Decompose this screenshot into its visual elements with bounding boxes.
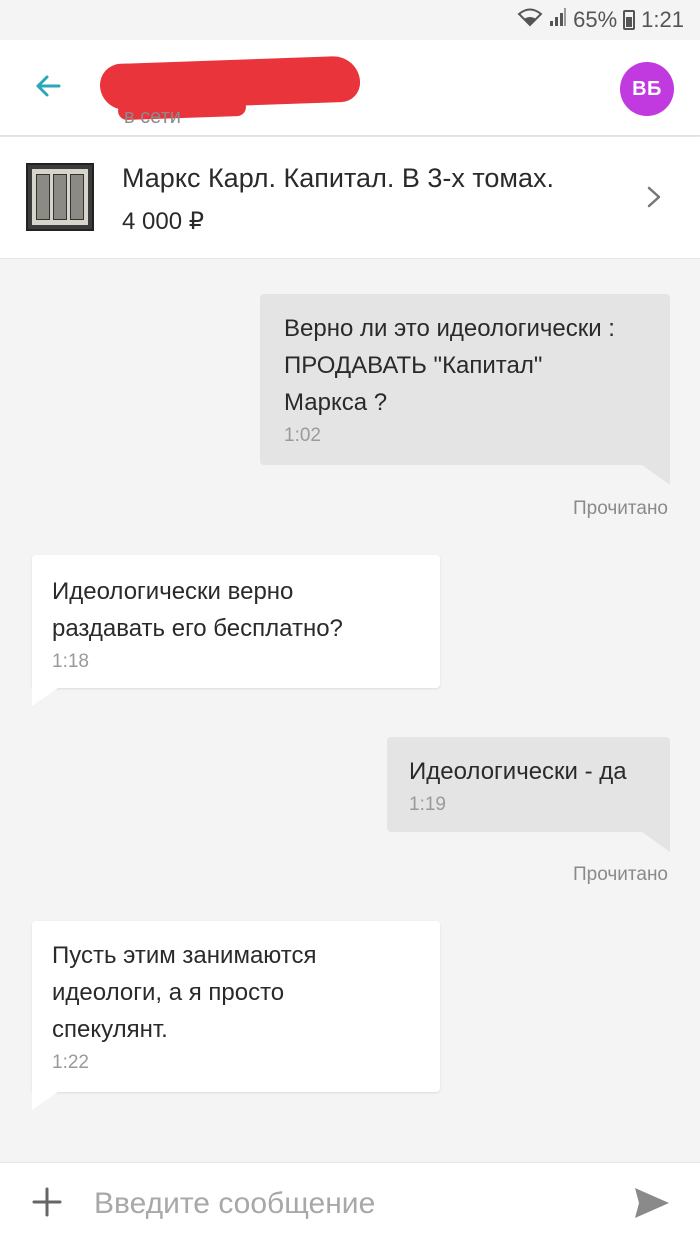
product-title: Маркс Карл. Капитал. В 3-х томах. <box>122 163 554 193</box>
send-icon <box>633 1186 671 1225</box>
battery-percent: 65% <box>573 7 618 32</box>
message-text: Идеологически верно раздавать его беспла… <box>52 578 343 642</box>
message-time: 1:18 <box>52 651 89 672</box>
avatar[interactable]: ВБ <box>620 62 674 116</box>
product-card[interactable]: Маркс Карл. Капитал. В 3-х томах. 4 000 … <box>0 137 700 259</box>
book-volume-image <box>36 174 51 220</box>
back-button[interactable] <box>28 68 68 108</box>
status-time: 1:21 <box>641 7 684 32</box>
contact-online-status: в сети <box>124 106 181 128</box>
attach-button[interactable] <box>28 1185 66 1223</box>
message-time: 1:02 <box>284 425 321 446</box>
message-incoming[interactable]: Идеологически верно раздавать его беспла… <box>32 555 440 706</box>
product-thumbnail <box>26 163 94 231</box>
plus-icon <box>31 1186 63 1223</box>
message-outgoing[interactable]: Идеологически - да 1:19 <box>387 737 670 852</box>
message-input[interactable] <box>94 1177 594 1231</box>
message-text: Идеологически - да <box>409 758 627 785</box>
wifi-icon <box>517 7 543 33</box>
message-outgoing[interactable]: Верно ли это идеологически : ПРОДАВАТЬ "… <box>260 294 670 485</box>
book-volume-image <box>52 174 67 220</box>
book-volume-image <box>69 174 84 220</box>
signal-icon <box>549 7 567 33</box>
message-time: 1:19 <box>409 794 446 815</box>
message-composer <box>0 1162 700 1244</box>
chat-header: в сети ВБ <box>0 40 700 136</box>
product-price: 4 000 ₽ <box>122 208 204 235</box>
read-status: Прочитано <box>573 864 668 885</box>
status-bar: 65% 1:21 <box>0 0 700 40</box>
chevron-right-icon[interactable] <box>640 183 668 211</box>
send-button[interactable] <box>630 1183 674 1227</box>
read-status: Прочитано <box>573 498 668 519</box>
message-incoming[interactable]: Пусть этим занимаются идеологи, а я прос… <box>32 921 440 1110</box>
battery-icon <box>623 10 636 30</box>
message-text: Пусть этим занимаются идеологи, а я прос… <box>52 942 317 1043</box>
arrow-left-icon <box>33 71 63 106</box>
message-time: 1:22 <box>52 1052 89 1073</box>
message-text: Верно ли это идеологически : ПРОДАВАТЬ "… <box>284 315 615 416</box>
